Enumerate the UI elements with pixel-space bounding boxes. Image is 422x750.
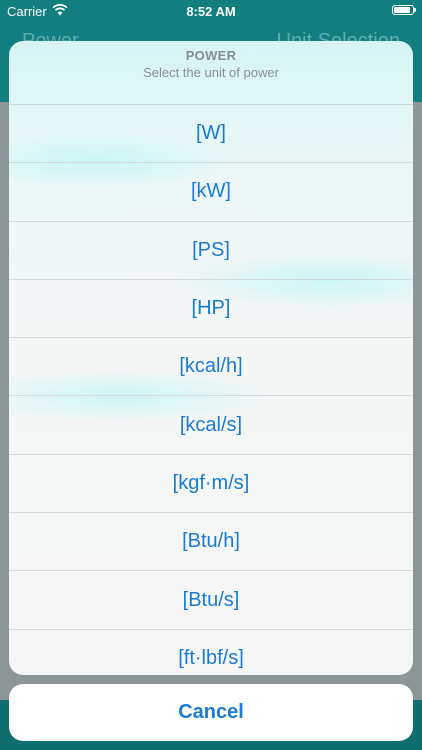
status-bar: Carrier 8:52 AM [0, 0, 422, 22]
unit-option-kcal-h[interactable]: [kcal/h] [9, 338, 413, 397]
action-sheet: POWER Select the unit of power [W] [kW] … [9, 41, 413, 675]
unit-option-kw[interactable]: [kW] [9, 163, 413, 222]
unit-option-kcal-s[interactable]: [kcal/s] [9, 396, 413, 455]
unit-option-w[interactable]: [W] [9, 105, 413, 164]
action-sheet-header: POWER Select the unit of power [9, 41, 413, 105]
unit-option-btu-h[interactable]: [Btu/h] [9, 513, 413, 572]
unit-option-hp[interactable]: [HP] [9, 280, 413, 339]
unit-options-list: [W] [kW] [PS] [HP] [kcal/h] [kcal/s] [kg… [9, 105, 413, 675]
unit-option-ft-lbf-s[interactable]: [ft·lbf/s] [9, 630, 413, 675]
action-sheet-title: POWER [185, 48, 237, 63]
unit-option-ps[interactable]: [PS] [9, 222, 413, 280]
unit-option-btu-s[interactable]: [Btu/s] [9, 571, 413, 630]
unit-option-kgf-m-s[interactable]: [kgf·m/s] [9, 455, 413, 514]
status-time: 8:52 AM [186, 4, 236, 19]
cancel-button[interactable]: Cancel [9, 684, 413, 741]
battery-icon [392, 5, 416, 15]
action-sheet-subtitle: Select the unit of power [143, 65, 279, 80]
